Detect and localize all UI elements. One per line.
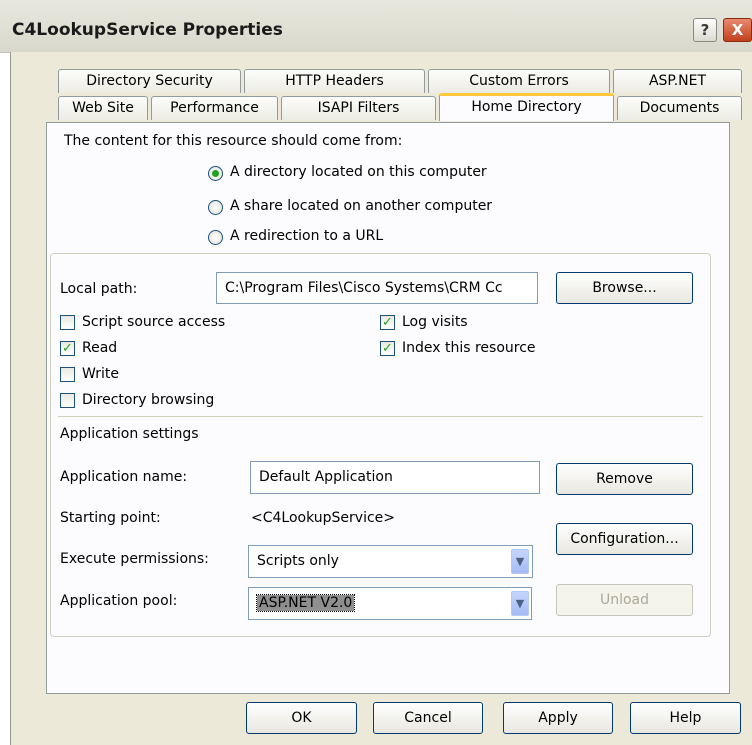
tab-asp-net[interactable]: ASP.NET bbox=[613, 69, 742, 93]
tab-custom-errors[interactable]: Custom Errors bbox=[428, 69, 610, 93]
starting-point-label: Starting point: bbox=[60, 510, 161, 526]
checkmark-icon: ✓ bbox=[382, 341, 393, 356]
tab-documents[interactable]: Documents bbox=[617, 96, 742, 120]
log-visits-checkbox[interactable]: ✓ bbox=[380, 315, 395, 330]
tab-performance[interactable]: Performance bbox=[151, 96, 278, 120]
close-icon: X bbox=[731, 21, 744, 39]
content-source-prompt: The content for this resource should com… bbox=[64, 133, 403, 149]
app-pool-label: Application pool: bbox=[60, 593, 178, 609]
settings-group bbox=[50, 253, 711, 637]
execute-permissions-select[interactable]: Scripts only bbox=[248, 545, 532, 578]
checkmark-icon: ✓ bbox=[62, 341, 73, 356]
tab-home-directory[interactable]: Home Directory bbox=[439, 93, 614, 121]
app-pool-select[interactable]: ASP.NET V2.0 bbox=[248, 587, 532, 620]
unload-button: Unload bbox=[556, 584, 693, 616]
chevron-down-icon[interactable]: ▼ bbox=[511, 549, 529, 574]
radio-network-share-label[interactable]: A share located on another computer bbox=[230, 198, 492, 214]
close-button[interactable]: X bbox=[723, 18, 752, 42]
directory-browsing-label[interactable]: Directory browsing bbox=[82, 392, 214, 408]
browse-button[interactable]: Browse... bbox=[556, 272, 693, 304]
configuration-button[interactable]: Configuration... bbox=[556, 523, 693, 555]
radio-network-share[interactable] bbox=[208, 200, 223, 215]
remove-button[interactable]: Remove bbox=[556, 463, 693, 495]
help-button[interactable]: Help bbox=[630, 702, 741, 734]
write-label[interactable]: Write bbox=[82, 366, 119, 382]
log-visits-label[interactable]: Log visits bbox=[402, 314, 468, 330]
radio-url-redirect-label[interactable]: A redirection to a URL bbox=[230, 228, 383, 244]
write-checkbox[interactable] bbox=[60, 367, 75, 382]
index-resource-checkbox[interactable]: ✓ bbox=[380, 341, 395, 356]
script-source-access-checkbox[interactable] bbox=[60, 315, 75, 330]
ok-button[interactable]: OK bbox=[246, 702, 357, 734]
cancel-button[interactable]: Cancel bbox=[373, 702, 483, 734]
help-title-button[interactable]: ? bbox=[693, 18, 717, 42]
radio-url-redirect[interactable] bbox=[208, 230, 223, 245]
index-resource-label[interactable]: Index this resource bbox=[402, 340, 536, 356]
section-divider bbox=[58, 416, 703, 417]
directory-browsing-checkbox[interactable] bbox=[60, 393, 75, 408]
read-label[interactable]: Read bbox=[82, 340, 117, 356]
chevron-down-icon[interactable]: ▼ bbox=[511, 591, 529, 616]
execute-permissions-label: Execute permissions: bbox=[60, 551, 209, 567]
app-name-label: Application name: bbox=[60, 469, 188, 485]
radio-local-directory[interactable] bbox=[208, 166, 223, 181]
properties-window: C4LookupService Properties ? X Directory… bbox=[0, 0, 752, 745]
tab-isapi-filters[interactable]: ISAPI Filters bbox=[281, 96, 436, 120]
tab-web-site[interactable]: Web Site bbox=[58, 96, 148, 120]
tab-http-headers[interactable]: HTTP Headers bbox=[244, 69, 425, 93]
radio-selected-dot bbox=[212, 170, 219, 177]
app-settings-heading: Application settings bbox=[60, 426, 199, 442]
title-bar[interactable]: C4LookupService Properties ? X bbox=[0, 0, 752, 53]
window-title: C4LookupService Properties bbox=[12, 20, 283, 40]
local-path-label: Local path: bbox=[60, 281, 138, 297]
radio-local-directory-label[interactable]: A directory located on this computer bbox=[230, 164, 487, 180]
checkmark-icon: ✓ bbox=[382, 315, 393, 330]
app-pool-selected-value: ASP.NET V2.0 bbox=[255, 594, 356, 612]
app-name-field[interactable]: Default Application bbox=[250, 461, 540, 494]
script-source-access-label[interactable]: Script source access bbox=[82, 314, 225, 330]
local-path-field[interactable]: C:\Program Files\Cisco Systems\CRM Cc bbox=[216, 272, 538, 304]
tab-directory-security[interactable]: Directory Security bbox=[58, 69, 241, 93]
starting-point-value: <C4LookupService> bbox=[251, 510, 396, 526]
apply-button[interactable]: Apply bbox=[503, 702, 613, 734]
read-checkbox[interactable]: ✓ bbox=[60, 341, 75, 356]
